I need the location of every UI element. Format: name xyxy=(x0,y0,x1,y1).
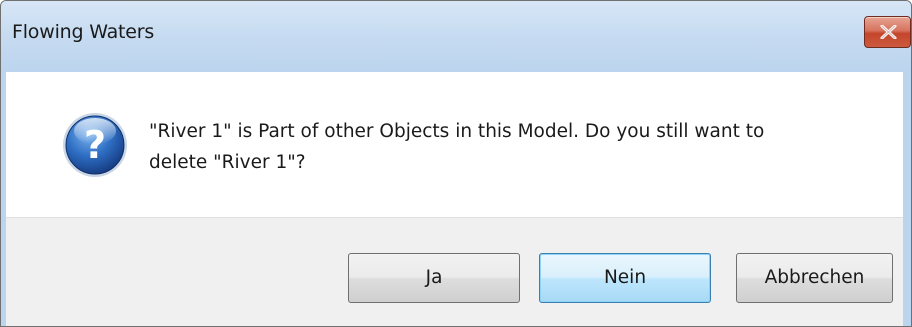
dialog-content: ? "River 1" is Part of other Objects in … xyxy=(6,72,903,217)
yes-label-rest: a xyxy=(431,267,443,288)
title-bar[interactable]: Flowing Waters xyxy=(1,1,911,72)
button-bar: Ja Nein Abbrechen xyxy=(6,217,903,326)
close-x-icon xyxy=(880,25,897,39)
dialog-window: Flowing Waters ? "River 1" is Part of ot… xyxy=(0,0,912,327)
window-title: Flowing Waters xyxy=(12,21,155,43)
message-line-2: delete "River 1"? xyxy=(149,152,306,173)
dialog-message: "River 1" is Part of other Objects in th… xyxy=(149,116,879,178)
cancel-button[interactable]: Abbrechen xyxy=(736,253,893,303)
svg-text:?: ? xyxy=(84,123,106,167)
close-button[interactable] xyxy=(864,16,911,48)
no-button[interactable]: Nein xyxy=(539,253,711,303)
message-line-1: "River 1" is Part of other Objects in th… xyxy=(149,121,765,142)
question-icon: ? xyxy=(63,113,127,177)
yes-button[interactable]: Ja xyxy=(348,253,520,303)
